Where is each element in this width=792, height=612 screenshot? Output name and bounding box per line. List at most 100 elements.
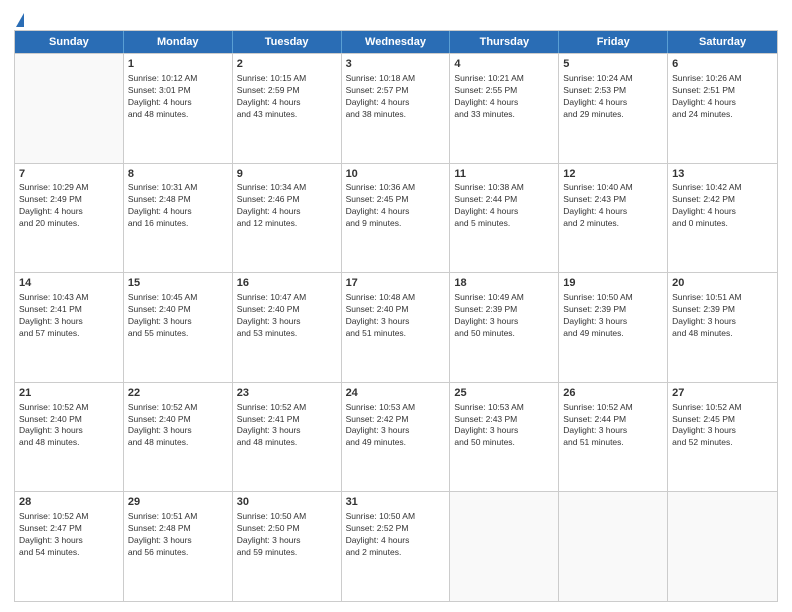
day-number: 12 [563, 167, 663, 182]
day-info: Sunrise: 10:50 AM Sunset: 2:39 PM Daylig… [563, 292, 663, 340]
day-number: 5 [563, 57, 663, 72]
calendar-week-row: 14Sunrise: 10:43 AM Sunset: 2:41 PM Dayl… [15, 272, 777, 382]
calendar-day-header: Friday [559, 31, 668, 53]
calendar-cell: 14Sunrise: 10:43 AM Sunset: 2:41 PM Dayl… [15, 273, 124, 382]
day-info: Sunrise: 10:45 AM Sunset: 2:40 PM Daylig… [128, 292, 228, 340]
header [14, 10, 778, 26]
day-info: Sunrise: 10:15 AM Sunset: 2:59 PM Daylig… [237, 73, 337, 121]
day-number: 6 [672, 57, 773, 72]
calendar-header: SundayMondayTuesdayWednesdayThursdayFrid… [15, 31, 777, 53]
day-info: Sunrise: 10:29 AM Sunset: 2:49 PM Daylig… [19, 182, 119, 230]
day-info: Sunrise: 10:53 AM Sunset: 2:42 PM Daylig… [346, 402, 446, 450]
calendar-cell: 4Sunrise: 10:21 AM Sunset: 2:55 PM Dayli… [450, 54, 559, 163]
day-number: 8 [128, 167, 228, 182]
day-number: 22 [128, 386, 228, 401]
day-info: Sunrise: 10:52 AM Sunset: 2:40 PM Daylig… [128, 402, 228, 450]
calendar-cell: 6Sunrise: 10:26 AM Sunset: 2:51 PM Dayli… [668, 54, 777, 163]
calendar-cell: 18Sunrise: 10:49 AM Sunset: 2:39 PM Dayl… [450, 273, 559, 382]
day-number: 25 [454, 386, 554, 401]
day-info: Sunrise: 10:36 AM Sunset: 2:45 PM Daylig… [346, 182, 446, 230]
calendar-week-row: 1Sunrise: 10:12 AM Sunset: 3:01 PM Dayli… [15, 53, 777, 163]
calendar-cell: 3Sunrise: 10:18 AM Sunset: 2:57 PM Dayli… [342, 54, 451, 163]
calendar-cell: 9Sunrise: 10:34 AM Sunset: 2:46 PM Dayli… [233, 164, 342, 273]
calendar-cell: 20Sunrise: 10:51 AM Sunset: 2:39 PM Dayl… [668, 273, 777, 382]
day-info: Sunrise: 10:38 AM Sunset: 2:44 PM Daylig… [454, 182, 554, 230]
day-info: Sunrise: 10:24 AM Sunset: 2:53 PM Daylig… [563, 73, 663, 121]
calendar-cell: 23Sunrise: 10:52 AM Sunset: 2:41 PM Dayl… [233, 383, 342, 492]
day-number: 2 [237, 57, 337, 72]
calendar-cell: 2Sunrise: 10:15 AM Sunset: 2:59 PM Dayli… [233, 54, 342, 163]
calendar-cell: 12Sunrise: 10:40 AM Sunset: 2:43 PM Dayl… [559, 164, 668, 273]
day-info: Sunrise: 10:51 AM Sunset: 2:48 PM Daylig… [128, 511, 228, 559]
day-info: Sunrise: 10:34 AM Sunset: 2:46 PM Daylig… [237, 182, 337, 230]
calendar-cell: 19Sunrise: 10:50 AM Sunset: 2:39 PM Dayl… [559, 273, 668, 382]
day-info: Sunrise: 10:47 AM Sunset: 2:40 PM Daylig… [237, 292, 337, 340]
day-info: Sunrise: 10:52 AM Sunset: 2:45 PM Daylig… [672, 402, 773, 450]
calendar-cell: 29Sunrise: 10:51 AM Sunset: 2:48 PM Dayl… [124, 492, 233, 601]
calendar-day-header: Monday [124, 31, 233, 53]
day-number: 16 [237, 276, 337, 291]
day-info: Sunrise: 10:51 AM Sunset: 2:39 PM Daylig… [672, 292, 773, 340]
day-number: 3 [346, 57, 446, 72]
day-number: 27 [672, 386, 773, 401]
calendar-cell: 27Sunrise: 10:52 AM Sunset: 2:45 PM Dayl… [668, 383, 777, 492]
day-info: Sunrise: 10:18 AM Sunset: 2:57 PM Daylig… [346, 73, 446, 121]
day-number: 7 [19, 167, 119, 182]
logo-triangle-icon [16, 13, 24, 27]
day-number: 23 [237, 386, 337, 401]
calendar-cell: 10Sunrise: 10:36 AM Sunset: 2:45 PM Dayl… [342, 164, 451, 273]
calendar-cell: 31Sunrise: 10:50 AM Sunset: 2:52 PM Dayl… [342, 492, 451, 601]
calendar-cell: 30Sunrise: 10:50 AM Sunset: 2:50 PM Dayl… [233, 492, 342, 601]
day-info: Sunrise: 10:21 AM Sunset: 2:55 PM Daylig… [454, 73, 554, 121]
page: SundayMondayTuesdayWednesdayThursdayFrid… [0, 0, 792, 612]
calendar-cell [450, 492, 559, 601]
day-number: 11 [454, 167, 554, 182]
day-info: Sunrise: 10:48 AM Sunset: 2:40 PM Daylig… [346, 292, 446, 340]
day-info: Sunrise: 10:12 AM Sunset: 3:01 PM Daylig… [128, 73, 228, 121]
calendar-day-header: Tuesday [233, 31, 342, 53]
calendar-cell: 8Sunrise: 10:31 AM Sunset: 2:48 PM Dayli… [124, 164, 233, 273]
calendar-cell: 5Sunrise: 10:24 AM Sunset: 2:53 PM Dayli… [559, 54, 668, 163]
calendar-cell: 24Sunrise: 10:53 AM Sunset: 2:42 PM Dayl… [342, 383, 451, 492]
calendar-cell: 22Sunrise: 10:52 AM Sunset: 2:40 PM Dayl… [124, 383, 233, 492]
calendar-day-header: Wednesday [342, 31, 451, 53]
calendar-week-row: 7Sunrise: 10:29 AM Sunset: 2:49 PM Dayli… [15, 163, 777, 273]
calendar-cell: 16Sunrise: 10:47 AM Sunset: 2:40 PM Dayl… [233, 273, 342, 382]
calendar-cell: 26Sunrise: 10:52 AM Sunset: 2:44 PM Dayl… [559, 383, 668, 492]
day-number: 4 [454, 57, 554, 72]
calendar-day-header: Sunday [15, 31, 124, 53]
day-info: Sunrise: 10:49 AM Sunset: 2:39 PM Daylig… [454, 292, 554, 340]
day-info: Sunrise: 10:50 AM Sunset: 2:52 PM Daylig… [346, 511, 446, 559]
day-info: Sunrise: 10:52 AM Sunset: 2:41 PM Daylig… [237, 402, 337, 450]
day-info: Sunrise: 10:52 AM Sunset: 2:40 PM Daylig… [19, 402, 119, 450]
calendar-cell: 25Sunrise: 10:53 AM Sunset: 2:43 PM Dayl… [450, 383, 559, 492]
day-info: Sunrise: 10:40 AM Sunset: 2:43 PM Daylig… [563, 182, 663, 230]
day-number: 13 [672, 167, 773, 182]
calendar-day-header: Saturday [668, 31, 777, 53]
day-number: 14 [19, 276, 119, 291]
calendar-cell: 21Sunrise: 10:52 AM Sunset: 2:40 PM Dayl… [15, 383, 124, 492]
calendar-week-row: 21Sunrise: 10:52 AM Sunset: 2:40 PM Dayl… [15, 382, 777, 492]
day-info: Sunrise: 10:43 AM Sunset: 2:41 PM Daylig… [19, 292, 119, 340]
day-info: Sunrise: 10:50 AM Sunset: 2:50 PM Daylig… [237, 511, 337, 559]
calendar-cell: 1Sunrise: 10:12 AM Sunset: 3:01 PM Dayli… [124, 54, 233, 163]
calendar-week-row: 28Sunrise: 10:52 AM Sunset: 2:47 PM Dayl… [15, 491, 777, 601]
day-info: Sunrise: 10:31 AM Sunset: 2:48 PM Daylig… [128, 182, 228, 230]
day-number: 18 [454, 276, 554, 291]
calendar: SundayMondayTuesdayWednesdayThursdayFrid… [14, 30, 778, 602]
day-number: 10 [346, 167, 446, 182]
day-number: 17 [346, 276, 446, 291]
day-number: 28 [19, 495, 119, 510]
day-info: Sunrise: 10:52 AM Sunset: 2:44 PM Daylig… [563, 402, 663, 450]
day-number: 20 [672, 276, 773, 291]
calendar-cell: 15Sunrise: 10:45 AM Sunset: 2:40 PM Dayl… [124, 273, 233, 382]
day-info: Sunrise: 10:53 AM Sunset: 2:43 PM Daylig… [454, 402, 554, 450]
calendar-cell: 11Sunrise: 10:38 AM Sunset: 2:44 PM Dayl… [450, 164, 559, 273]
calendar-cell: 17Sunrise: 10:48 AM Sunset: 2:40 PM Dayl… [342, 273, 451, 382]
calendar-cell: 7Sunrise: 10:29 AM Sunset: 2:49 PM Dayli… [15, 164, 124, 273]
day-number: 15 [128, 276, 228, 291]
logo [14, 14, 25, 26]
day-number: 21 [19, 386, 119, 401]
calendar-cell: 28Sunrise: 10:52 AM Sunset: 2:47 PM Dayl… [15, 492, 124, 601]
calendar-cell [15, 54, 124, 163]
